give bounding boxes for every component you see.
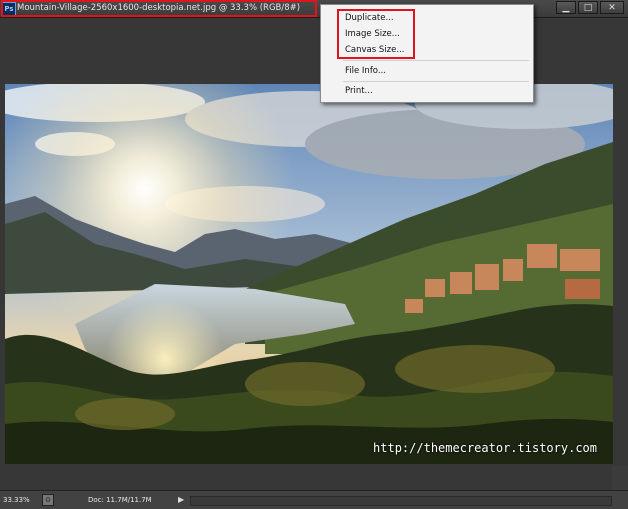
- status-bar: 33.33% ⊙ Doc: 11.7M/11.7M ▶: [0, 490, 628, 509]
- watermark-text: http://themecreator.tistory.com: [373, 441, 597, 455]
- menu-item-print[interactable]: Print...: [345, 86, 373, 96]
- document-size-info: Doc: 11.7M/11.7M: [88, 496, 152, 504]
- status-info-icon[interactable]: ⊙: [42, 494, 54, 506]
- document-context-menu: Duplicate... Image Size... Canvas Size..…: [320, 4, 534, 103]
- document-image[interactable]: http://themecreator.tistory.com: [5, 84, 613, 464]
- menu-separator: [343, 60, 529, 61]
- close-button[interactable]: ✕: [600, 1, 624, 14]
- landscape-photo: [5, 84, 613, 464]
- menu-item-canvas-size[interactable]: Canvas Size...: [345, 45, 404, 55]
- title-highlight-box: [1, 0, 317, 17]
- maximize-button[interactable]: □: [578, 1, 598, 14]
- window-controls: ▁ □ ✕: [556, 1, 624, 14]
- horizontal-scrollbar[interactable]: [190, 496, 612, 506]
- menu-item-duplicate[interactable]: Duplicate...: [345, 13, 394, 23]
- scrollbar-corner: [612, 466, 628, 490]
- menu-item-file-info[interactable]: File Info...: [345, 66, 386, 76]
- menu-item-image-size[interactable]: Image Size...: [345, 29, 400, 39]
- status-menu-arrow-icon[interactable]: ▶: [178, 494, 184, 506]
- menu-separator: [343, 81, 529, 82]
- zoom-level-field[interactable]: 33.33%: [3, 494, 33, 506]
- minimize-button[interactable]: ▁: [556, 1, 576, 14]
